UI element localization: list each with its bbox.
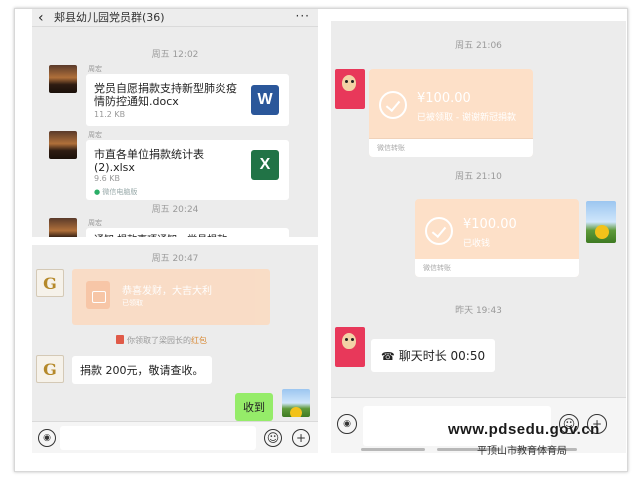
- input-bar: ◉ ☺ +: [32, 421, 318, 453]
- red-packet-chat-panel: 周五 20:47 G 恭喜发财，大吉大利 已领取 你领取了梁园长的红包 G 捐款…: [32, 245, 318, 453]
- phone-icon: ☎: [381, 350, 395, 363]
- voice-icon[interactable]: ◉: [337, 414, 357, 434]
- avatar[interactable]: [49, 65, 77, 93]
- notice-link[interactable]: 红包: [191, 336, 207, 345]
- call-duration: 聊天时长 00:50: [398, 349, 486, 363]
- my-avatar[interactable]: [586, 201, 616, 243]
- file-message-docx[interactable]: 党员自愿捐款支持新型肺炎疫情防控通知.docx 11.2 KB W: [86, 74, 289, 126]
- avatar[interactable]: [49, 218, 77, 237]
- call-record-message[interactable]: ☎ 聊天时长 00:50: [371, 339, 496, 372]
- sender-name: 周宏: [88, 65, 102, 73]
- file-source-label: 微信电脑版: [102, 188, 138, 196]
- voice-icon[interactable]: ◉: [38, 429, 56, 447]
- word-file-icon: W: [251, 85, 279, 115]
- more-icon[interactable]: ···: [296, 9, 310, 23]
- monkey-eye: [351, 80, 354, 83]
- text-message[interactable]: 通知 捐款事项通知，党员捐款: [86, 228, 289, 237]
- file-message-xlsx[interactable]: 市直各单位捐款统计表(2).xlsx 9.6 KB X ● 微信电脑版: [86, 140, 289, 200]
- transfer-check-icon: [425, 217, 453, 245]
- red-packet-icon: [86, 281, 110, 309]
- avatar[interactable]: [335, 69, 365, 109]
- transfer-card-sent[interactable]: ¥100.00 已收钱 微信转账: [415, 199, 579, 277]
- red-packet-status: 已领取: [122, 299, 143, 307]
- plus-icon[interactable]: +: [292, 429, 310, 447]
- emoji-icon[interactable]: ☺: [264, 429, 282, 447]
- logo-glyph: G: [43, 359, 57, 379]
- transfer-amount: ¥100.00: [463, 217, 517, 232]
- transfer-status: 已收钱: [463, 239, 491, 249]
- file-name: 党员自愿捐款支持新型肺炎疫情防控通知.docx: [94, 82, 237, 108]
- timestamp: 周五 20:24: [151, 205, 199, 215]
- flower-graphic: [290, 407, 302, 417]
- screenshot-collage: ‹ 郏县幼儿园党员群(36) ··· 周五 12:02 周宏 党员自愿捐款支持新…: [14, 8, 628, 472]
- timestamp: 周五 21:06: [455, 41, 502, 51]
- monkey-eye: [351, 338, 354, 341]
- excel-file-icon: X: [251, 150, 279, 180]
- file-size: 11.2 KB: [94, 110, 126, 119]
- back-icon[interactable]: ‹: [38, 11, 44, 25]
- chat-title: 郏县幼儿园党员群(36): [54, 11, 165, 24]
- transfer-status: 已被领取 - 谢谢新冠捐款: [417, 113, 516, 123]
- red-packet-card[interactable]: 恭喜发财，大吉大利 已领取: [72, 269, 270, 325]
- reply-message[interactable]: 收到: [235, 393, 273, 421]
- timestamp: 周五 12:02: [151, 50, 199, 60]
- transfer-check-icon: [379, 91, 407, 119]
- monkey-eye: [345, 80, 348, 83]
- notice-text: 你领取了梁园长的: [127, 336, 191, 345]
- sender-name: 周宏: [88, 219, 102, 227]
- flower-graphic: [595, 225, 609, 239]
- watermark-org: 平顶山市教育体育局: [477, 446, 567, 457]
- red-packet-title: 恭喜发财，大吉大利: [122, 286, 212, 297]
- sender-name: 周宏: [88, 131, 102, 139]
- red-packet-notice: 你领取了梁园长的红包: [116, 335, 207, 346]
- transfer-chat-panel: 周五 21:06 ¥100.00 已被领取 - 谢谢新冠捐款 微信转账 周五 2…: [331, 21, 626, 453]
- logo-glyph: G: [43, 273, 57, 293]
- transfer-footer: 微信转账: [415, 259, 579, 277]
- monkey-eye: [345, 338, 348, 341]
- file-source: ● 微信电脑版: [94, 187, 137, 197]
- message-input[interactable]: [60, 426, 256, 450]
- text-message[interactable]: 捐款 200元，敬请查收。: [72, 356, 212, 384]
- red-packet-small-icon: [116, 335, 124, 344]
- avatar[interactable]: [335, 327, 365, 367]
- timestamp: 周五 20:47: [151, 254, 199, 264]
- timestamp: 昨天 19:43: [455, 306, 502, 316]
- group-chat-panel: ‹ 郏县幼儿园党员群(36) ··· 周五 12:02 周宏 党员自愿捐款支持新…: [32, 9, 318, 237]
- transfer-footer: 微信转账: [369, 139, 533, 157]
- file-name: 市直各单位捐款统计表(2).xlsx: [94, 148, 204, 174]
- file-size: 9.6 KB: [94, 174, 120, 183]
- nav-bar: [361, 448, 425, 451]
- my-avatar[interactable]: [282, 389, 310, 417]
- transfer-card-received[interactable]: ¥100.00 已被领取 - 谢谢新冠捐款 微信转账: [369, 69, 533, 157]
- watermark-url: www.pdsedu.gov.cn: [448, 421, 600, 438]
- monkey-face: [342, 75, 356, 91]
- avatar[interactable]: G: [36, 269, 64, 297]
- transfer-amount: ¥100.00: [417, 91, 471, 106]
- chat-header: ‹ 郏县幼儿园党员群(36) ···: [32, 9, 318, 27]
- timestamp: 周五 21:10: [455, 172, 502, 182]
- avatar[interactable]: G: [36, 355, 64, 383]
- avatar[interactable]: [49, 131, 77, 159]
- monkey-face: [342, 333, 356, 349]
